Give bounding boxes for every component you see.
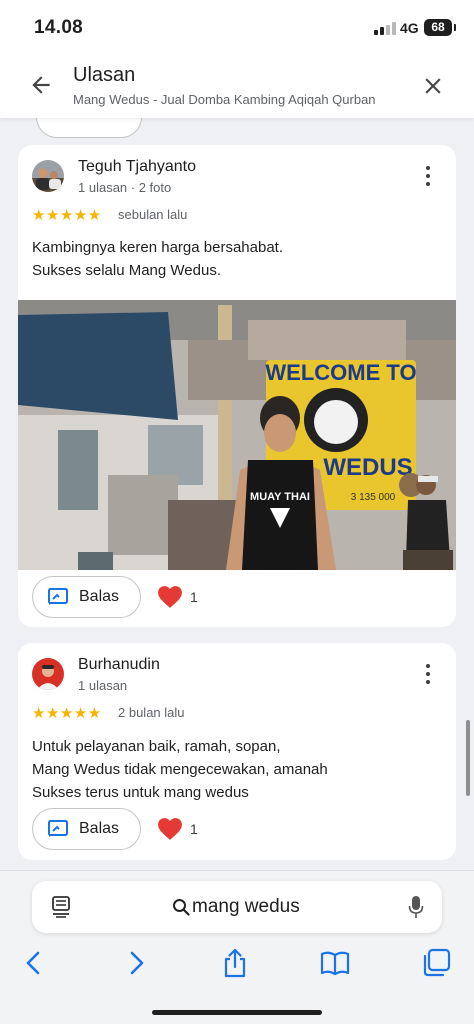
review-card: Burhanudin 1 ulasan ★★★★★ 2 bulan lalu U… bbox=[18, 643, 456, 860]
review-text-line: Kambingnya keren harga bersahabat. bbox=[32, 239, 284, 256]
microphone-icon[interactable] bbox=[408, 895, 424, 919]
banner-phone: 3 135 000 bbox=[351, 492, 396, 503]
review-card: Teguh Tjahyanto 1 ulasan · 2 foto ★★★★★ … bbox=[18, 145, 456, 627]
reviewer-name[interactable]: Burhanudin bbox=[78, 656, 160, 674]
shirt-text: MUAY THAI bbox=[250, 491, 310, 503]
search-icon bbox=[173, 899, 190, 916]
close-icon[interactable] bbox=[420, 73, 446, 99]
reviewer-meta: 1 ulasan · 2 foto bbox=[78, 180, 172, 195]
page-subtitle: Mang Wedus - Jual Domba Kambing Aqiqah Q… bbox=[73, 92, 376, 107]
reviews-header: Ulasan Mang Wedus - Jual Domba Kambing A… bbox=[0, 54, 474, 118]
address-bar[interactable]: mang wedus bbox=[32, 881, 442, 933]
url-text[interactable]: mang wedus bbox=[192, 896, 300, 918]
forward-icon[interactable] bbox=[120, 947, 152, 979]
reply-button[interactable]: Balas bbox=[32, 576, 141, 618]
screen: 14.08 4G 68 Ulasan Mang Wedus - Jual Dom… bbox=[0, 0, 474, 1024]
more-options-icon[interactable] bbox=[418, 163, 438, 189]
browser-toolbar: mang wedus bbox=[0, 870, 474, 1024]
heart-icon[interactable] bbox=[157, 817, 183, 841]
status-bar: 14.08 4G 68 bbox=[0, 0, 474, 54]
status-time: 14.08 bbox=[34, 17, 84, 38]
heart-icon[interactable] bbox=[157, 585, 183, 609]
review-text-line: Untuk pelayanan baik, ramah, sopan, bbox=[32, 738, 281, 755]
reply-label: Balas bbox=[79, 588, 120, 605]
bookmarks-icon[interactable] bbox=[319, 947, 351, 979]
banner-text: WELCOME TO bbox=[265, 360, 416, 385]
review-text-line: Sukses selalu Mang Wedus. bbox=[32, 262, 221, 279]
reviewer-name[interactable]: Teguh Tjahyanto bbox=[78, 158, 196, 176]
signal-icon bbox=[374, 22, 396, 35]
reply-label: Balas bbox=[79, 820, 120, 837]
reviews-list[interactable]: Teguh Tjahyanto 1 ulasan · 2 foto ★★★★★ … bbox=[0, 118, 474, 870]
page-title: Ulasan bbox=[73, 64, 136, 86]
review-text-line: Mang Wedus tidak mengecewakan, amanah bbox=[32, 761, 328, 778]
review-text: Untuk pelayanan baik, ramah, sopan, Mang… bbox=[32, 735, 432, 804]
reply-icon bbox=[48, 588, 68, 605]
share-icon[interactable] bbox=[219, 947, 251, 979]
avatar[interactable] bbox=[32, 658, 64, 690]
reviewer-meta: 1 ulasan bbox=[78, 678, 128, 693]
back-icon[interactable] bbox=[18, 947, 50, 979]
tabs-icon[interactable] bbox=[420, 947, 452, 979]
back-arrow-icon[interactable] bbox=[28, 72, 54, 98]
review-text-line: Sukses terus untuk mang wedus bbox=[32, 784, 249, 801]
review-photo[interactable]: WELCOME TO WEDUS 3 135 000 MUAY THAI bbox=[18, 300, 456, 570]
star-rating: ★★★★★ bbox=[32, 705, 102, 722]
network-type: 4G bbox=[400, 20, 419, 36]
home-indicator bbox=[152, 1010, 322, 1015]
review-date: 2 bulan lalu bbox=[118, 705, 185, 720]
star-rating: ★★★★★ bbox=[32, 207, 102, 224]
reply-button[interactable]: Balas bbox=[32, 808, 141, 850]
like-count: 1 bbox=[190, 821, 198, 837]
more-options-icon[interactable] bbox=[418, 661, 438, 687]
battery-icon: 68 bbox=[424, 19, 456, 36]
review-date: sebulan lalu bbox=[118, 207, 188, 222]
like-count: 1 bbox=[190, 589, 198, 605]
review-text: Kambingnya keren harga bersahabat. Sukse… bbox=[32, 236, 432, 282]
banner-text-2: WEDUS bbox=[323, 454, 412, 481]
scrollbar[interactable] bbox=[466, 720, 470, 796]
reader-mode-icon[interactable] bbox=[51, 896, 71, 918]
previous-reply-button[interactable] bbox=[36, 118, 142, 138]
avatar[interactable] bbox=[32, 160, 64, 192]
reply-icon bbox=[48, 820, 68, 837]
